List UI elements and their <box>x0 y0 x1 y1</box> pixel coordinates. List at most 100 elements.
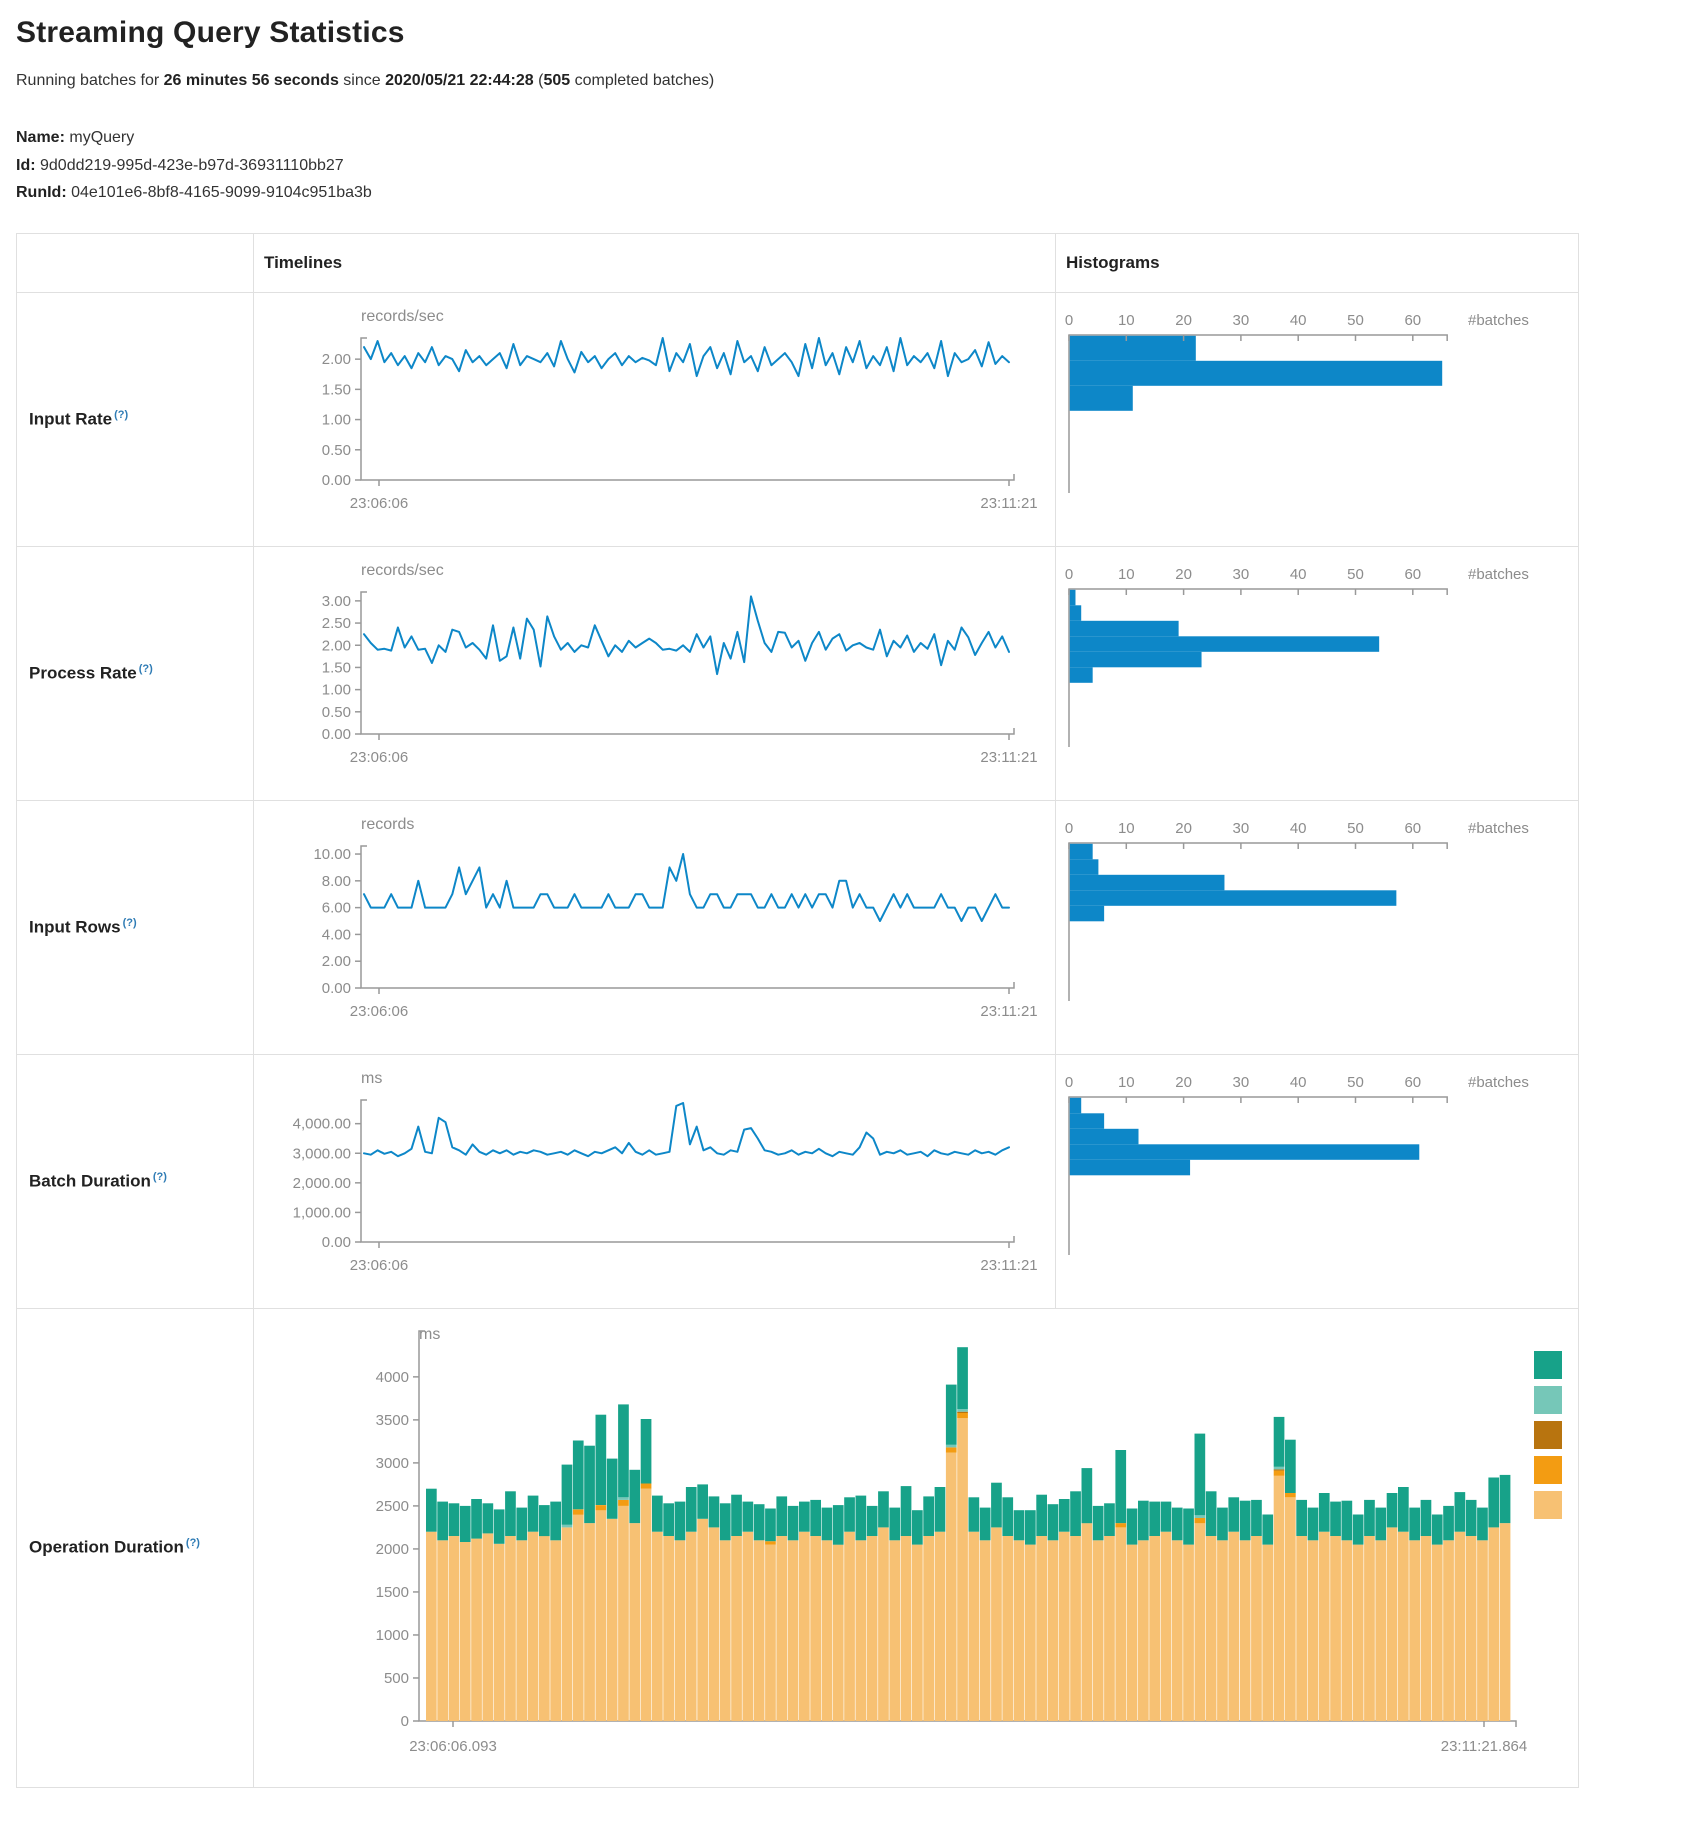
query-id-line: Id: 9d0dd219-995d-423e-b97d-36931110bb27 <box>16 152 1693 180</box>
svg-text:records/sec: records/sec <box>361 562 444 579</box>
operation-duration-label: Operation Duration(?) <box>17 1308 254 1787</box>
svg-text:2.50: 2.50 <box>322 615 351 632</box>
svg-text:30: 30 <box>1233 312 1250 329</box>
input-rate-timeline-chart: records/sec2.001.501.000.500.0023:06:062… <box>254 292 1056 546</box>
svg-text:60: 60 <box>1404 566 1421 583</box>
svg-text:40: 40 <box>1290 566 1307 583</box>
process-rate-label: Process Rate(?) <box>17 546 254 800</box>
svg-text:0.50: 0.50 <box>322 441 351 458</box>
svg-text:3000: 3000 <box>376 1454 409 1471</box>
batch-duration-histogram-chart: 0102030405060#batches <box>1056 1054 1579 1308</box>
help-icon[interactable]: (?) <box>139 663 153 675</box>
svg-text:2.00: 2.00 <box>322 351 351 368</box>
svg-text:23:11:21: 23:11:21 <box>980 1257 1037 1274</box>
statistics-table: Timelines Histograms Input Rate(?) recor… <box>16 233 1579 1788</box>
svg-text:3500: 3500 <box>376 1411 409 1428</box>
table-header-row: Timelines Histograms <box>17 233 1579 292</box>
legend-swatch <box>1534 1421 1562 1449</box>
svg-text:0.00: 0.00 <box>322 980 351 997</box>
legend-swatch <box>1534 1456 1562 1484</box>
svg-text:1.50: 1.50 <box>322 659 351 676</box>
svg-text:0: 0 <box>1065 566 1073 583</box>
help-icon[interactable]: (?) <box>186 1537 200 1549</box>
empty-header-cell <box>17 233 254 292</box>
svg-text:records: records <box>361 816 414 833</box>
svg-text:0: 0 <box>1065 1074 1073 1091</box>
input-rate-label: Input Rate(?) <box>17 292 254 546</box>
operation-duration-legend <box>1534 1351 1562 1519</box>
svg-text:8.00: 8.00 <box>322 872 351 889</box>
svg-text:1500: 1500 <box>376 1583 409 1600</box>
svg-text:0: 0 <box>1065 312 1073 329</box>
svg-text:10.00: 10.00 <box>313 846 351 863</box>
svg-text:2.00: 2.00 <box>322 953 351 970</box>
svg-text:50: 50 <box>1347 312 1364 329</box>
svg-text:60: 60 <box>1404 312 1421 329</box>
svg-text:2.00: 2.00 <box>322 637 351 654</box>
svg-text:23:11:21: 23:11:21 <box>980 495 1037 512</box>
svg-text:20: 20 <box>1175 820 1192 837</box>
runid-value: 04e101e6-8bf8-4165-9099-9104c951ba3b <box>71 184 372 201</box>
timelines-header: Timelines <box>254 233 1056 292</box>
start-timestamp: 2020/05/21 22:44:28 <box>385 72 534 89</box>
svg-text:40: 40 <box>1290 312 1307 329</box>
svg-text:10: 10 <box>1118 566 1135 583</box>
svg-text:23:06:06: 23:06:06 <box>350 1257 408 1274</box>
help-icon[interactable]: (?) <box>123 917 137 929</box>
operation-duration-chart: ms4000350030002500200015001000500023:06:… <box>254 1308 1579 1787</box>
process-rate-row: Process Rate(?) records/sec3.002.502.001… <box>17 546 1579 800</box>
legend-swatch <box>1534 1351 1562 1379</box>
query-runid-line: RunId: 04e101e6-8bf8-4165-9099-9104c951b… <box>16 179 1693 207</box>
page-title: Streaming Query Statistics <box>16 16 1693 50</box>
help-icon[interactable]: (?) <box>114 409 128 421</box>
svg-text:500: 500 <box>384 1670 409 1687</box>
svg-text:6.00: 6.00 <box>322 899 351 916</box>
svg-text:30: 30 <box>1233 566 1250 583</box>
summary-text: ( <box>534 72 544 89</box>
process-rate-histogram-chart: 0102030405060#batches <box>1056 546 1579 800</box>
svg-text:20: 20 <box>1175 566 1192 583</box>
svg-text:10: 10 <box>1118 312 1135 329</box>
svg-text:10: 10 <box>1118 1074 1135 1091</box>
svg-text:20: 20 <box>1175 1074 1192 1091</box>
input-rate-row: Input Rate(?) records/sec2.001.501.000.5… <box>17 292 1579 546</box>
svg-text:1.00: 1.00 <box>322 411 351 428</box>
runid-label: RunId: <box>16 184 67 201</box>
svg-text:30: 30 <box>1233 1074 1250 1091</box>
summary-text: completed batches) <box>570 72 714 89</box>
svg-text:50: 50 <box>1347 820 1364 837</box>
svg-text:50: 50 <box>1347 566 1364 583</box>
operation-duration-row: Operation Duration(?) ms4000350030002500… <box>17 1308 1579 1787</box>
svg-text:23:11:21: 23:11:21 <box>980 749 1037 766</box>
svg-text:#batches: #batches <box>1468 820 1529 837</box>
svg-text:records/sec: records/sec <box>361 308 444 325</box>
summary-text: since <box>339 72 385 89</box>
svg-text:4.00: 4.00 <box>322 926 351 943</box>
svg-text:ms: ms <box>361 1070 382 1087</box>
svg-text:0.00: 0.00 <box>322 472 351 489</box>
legend-swatch <box>1534 1491 1562 1519</box>
summary-text: Running batches for <box>16 72 164 89</box>
svg-text:1.00: 1.00 <box>322 681 351 698</box>
batch-duration-timeline-chart: ms4,000.003,000.002,000.001,000.000.0023… <box>254 1054 1056 1308</box>
svg-text:23:06:06: 23:06:06 <box>350 495 408 512</box>
svg-text:60: 60 <box>1404 1074 1421 1091</box>
input-rows-histogram-chart: 0102030405060#batches <box>1056 800 1579 1054</box>
svg-text:23:11:21.864: 23:11:21.864 <box>1441 1738 1527 1755</box>
help-icon[interactable]: (?) <box>153 1171 167 1183</box>
svg-text:#batches: #batches <box>1468 312 1529 329</box>
id-value: 9d0dd219-995d-423e-b97d-36931110bb27 <box>40 157 344 174</box>
svg-text:23:06:06: 23:06:06 <box>350 749 408 766</box>
svg-text:2500: 2500 <box>376 1497 409 1514</box>
svg-text:23:06:06: 23:06:06 <box>350 1003 408 1020</box>
input-rows-timeline-chart: records 10.00 8.00 6.00 4.00 2.00 0.00 23:06:06… <box>254 800 1056 1054</box>
svg-text:60: 60 <box>1404 820 1421 837</box>
input-rows-row: Input Rows(?) records10.008.006.004.002.… <box>17 800 1579 1054</box>
svg-text:4,000.00: 4,000.00 <box>293 1115 351 1132</box>
svg-text:2,000.00: 2,000.00 <box>293 1174 351 1191</box>
batch-duration-row: Batch Duration(?) ms4,000.003,000.002,00… <box>17 1054 1579 1308</box>
svg-text:0: 0 <box>401 1713 409 1730</box>
running-duration: 26 minutes 56 seconds <box>164 72 339 89</box>
svg-text:3,000.00: 3,000.00 <box>293 1145 351 1162</box>
process-rate-timeline-chart: records/sec3.002.502.001.501.000.500.002… <box>254 546 1056 800</box>
